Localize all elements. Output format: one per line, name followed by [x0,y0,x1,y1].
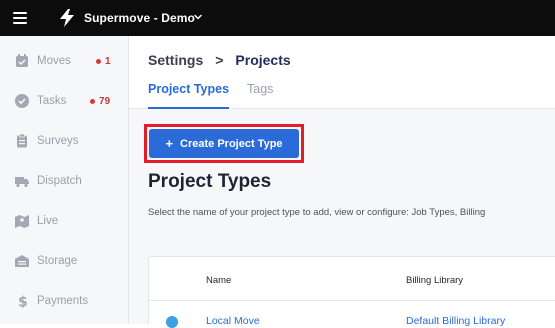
badge-count: 1 [105,55,111,67]
tab-tags[interactable]: Tags [247,82,273,109]
notification-badge: 1 [96,56,111,67]
sidebar-item-dispatch[interactable]: Dispatch [0,161,128,201]
dollar-icon: $ [18,295,28,309]
section-title: Project Types [148,171,272,192]
sidebar-item-label: Dispatch [37,175,82,187]
clipboard-icon [17,134,27,148]
sidebar-item-tasks[interactable]: Tasks 79 [0,81,128,121]
row-divider [149,300,555,301]
sidebar-item-label: Surveys [37,135,79,147]
top-bar: Supermove - Demo [0,0,555,36]
sidebar-item-label: Payments [37,295,89,307]
sidebar-item-moves[interactable]: Moves 1 [0,41,128,81]
sidebar-item-storage[interactable]: Storage [0,241,128,281]
project-types-table: Name Billing Library Local Move Default … [148,256,555,328]
map-icon [15,215,29,228]
sidebar-item-surveys[interactable]: Surveys [0,121,128,161]
sidebar-item-label: Storage [37,255,78,267]
badge-count: 79 [99,95,111,107]
sidebar-item-label: Live [37,215,59,227]
create-project-type-label: Create Project Type [180,137,283,150]
main-content: Settings > Projects Project Types Tags +… [129,36,555,328]
badge-dot [96,58,101,64]
svg-text:$: $ [18,295,28,309]
content-area: + Create Project Type Project Types Sele… [129,109,555,328]
chevron-down-icon[interactable] [193,12,203,22]
menu-icon[interactable] [13,12,27,24]
breadcrumb-current: Projects [235,52,291,68]
create-project-type-button[interactable]: + Create Project Type [149,129,299,158]
calendar-check-icon [16,54,28,67]
sidebar-item-label: Moves [37,55,71,67]
badge-dot [90,98,95,104]
breadcrumb-settings-link[interactable]: Settings [148,52,203,68]
warehouse-icon [15,255,29,267]
column-header-billing-library[interactable]: Billing Library [406,275,463,286]
truck-icon [15,177,29,188]
breadcrumb: Settings > Projects [148,52,291,68]
sidebar: Moves 1 Tasks 79 Surveys Dispatch Live S… [0,36,129,324]
check-circle-icon [15,94,29,108]
breadcrumb-separator: > [215,52,224,68]
sidebar-item-label: Tasks [37,95,67,107]
notification-badge: 79 [90,96,110,107]
sidebar-item-live[interactable]: Live [0,201,128,241]
plus-icon: + [165,136,174,151]
sidebar-item-payments[interactable]: $ Payments [0,281,128,321]
section-description: Select the name of your project type to … [148,207,486,218]
project-type-name-link[interactable]: Local Move [206,315,260,327]
tab-bar: Project Types Tags [129,82,555,109]
organization-name[interactable]: Supermove - Demo [84,11,195,25]
supermove-logo-icon [60,9,74,27]
tab-project-types[interactable]: Project Types [148,82,230,109]
billing-library-link[interactable]: Default Billing Library [406,315,505,327]
project-color-dot [166,316,178,328]
column-header-name[interactable]: Name [206,275,231,286]
